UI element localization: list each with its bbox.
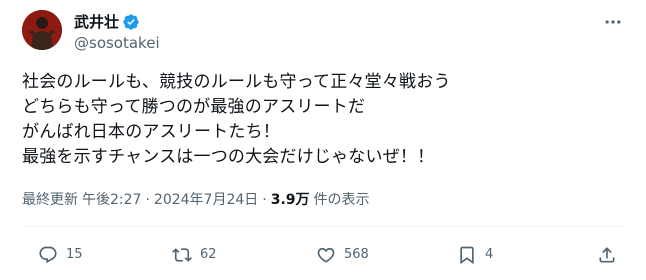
bookmark-button[interactable]: 4 bbox=[457, 238, 493, 272]
author-handle[interactable]: @sosotakei bbox=[74, 33, 160, 53]
like-count: 568 bbox=[344, 247, 369, 262]
reply-button[interactable]: 15 bbox=[38, 238, 83, 272]
last-updated-label[interactable]: 最終更新 bbox=[22, 190, 78, 210]
display-name[interactable]: 武井壮 bbox=[74, 12, 119, 32]
more-horizontal-icon bbox=[605, 20, 621, 24]
views-label: 件の表示 bbox=[313, 192, 370, 208]
tweet-card: 武井壮 @sosotakei 社会のルールも、競技のルールも守って正々堂々戦おう… bbox=[0, 0, 646, 280]
post-time[interactable]: 午後2:27 bbox=[82, 190, 141, 210]
share-button[interactable] bbox=[597, 238, 617, 272]
avatar[interactable] bbox=[22, 10, 62, 50]
share-icon bbox=[599, 247, 615, 263]
tweet-meta: 最終更新 午後2:27 · 2024年7月24日 · 3.9万 件の表示 bbox=[22, 190, 370, 210]
verified-badge-icon bbox=[122, 13, 140, 31]
meta-separator: · bbox=[145, 192, 150, 208]
retweet-count: 62 bbox=[200, 247, 217, 262]
tweet-line: どちらも守って勝つのが最強のアスリートだ bbox=[22, 97, 366, 117]
action-bar: 15 62 568 4 bbox=[0, 238, 646, 272]
bookmark-count: 4 bbox=[485, 247, 494, 262]
retweet-button[interactable]: 62 bbox=[172, 238, 217, 272]
meta-separator: · bbox=[262, 192, 267, 208]
retweet-icon bbox=[172, 248, 192, 262]
divider bbox=[22, 226, 624, 227]
tweet-text: 社会のルールも、競技のルールも守って正々堂々戦おう どちらも守って勝つのが最強の… bbox=[22, 70, 622, 170]
reply-count: 15 bbox=[66, 247, 83, 262]
tweet-line: 社会のルールも、競技のルールも守って正々堂々戦おう bbox=[22, 72, 451, 92]
post-date[interactable]: 2024年7月24日 bbox=[154, 190, 258, 210]
author-name-row: 武井壮 bbox=[74, 12, 140, 32]
more-options-button[interactable] bbox=[600, 12, 626, 32]
bookmark-icon bbox=[460, 246, 474, 265]
views-count: 3.9万 bbox=[270, 192, 310, 208]
tweet-line: がんばれ日本のアスリートたち！ bbox=[22, 122, 280, 142]
tweet-line: 最強を示すチャンスは一つの大会だけじゃないぜ！！ bbox=[22, 147, 435, 167]
heart-icon bbox=[317, 247, 335, 263]
reply-icon bbox=[39, 246, 57, 264]
like-button[interactable]: 568 bbox=[316, 238, 369, 272]
avatar-image bbox=[22, 10, 62, 50]
